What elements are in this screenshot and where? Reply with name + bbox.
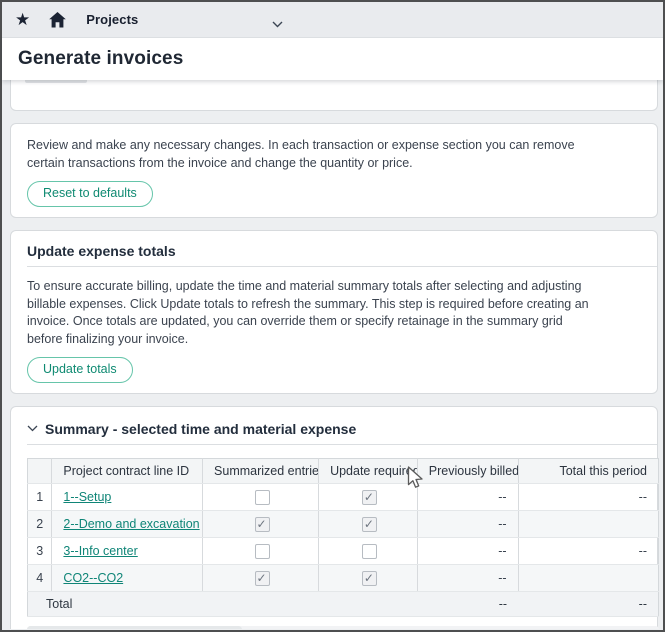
previously-billed-value: -- (417, 511, 518, 538)
previously-billed-value: -- (417, 538, 518, 565)
clipped-panel-remnant (25, 80, 87, 83)
table-row: 1 1--Setup ---- (28, 484, 659, 511)
update-totals-button[interactable]: Update totals (27, 357, 133, 383)
total-previously-billed-value: -- (417, 592, 518, 617)
section-divider (27, 444, 657, 445)
table-total-row: Total ---- (28, 592, 659, 617)
total-this-period-value (518, 565, 658, 592)
update-expense-totals-title: Update expense totals (27, 241, 641, 259)
summary-panel: Summary - selected time and material exp… (10, 406, 658, 629)
update-required-cell (319, 565, 418, 592)
update-required-cell (319, 538, 418, 565)
summarized-entries-checkbox[interactable] (255, 490, 270, 505)
summary-section-title[interactable]: Summary - selected time and material exp… (45, 419, 356, 437)
column-header: Project contract line ID (52, 459, 203, 484)
previously-billed-value: -- (417, 484, 518, 511)
project-contract-line-link[interactable]: 2--Demo and excavation (63, 517, 199, 531)
column-header: Summarized entries (203, 459, 319, 484)
project-contract-line-cell: 3--Info center (52, 538, 203, 565)
nav-projects-label[interactable]: Projects (86, 12, 138, 27)
row-number: 4 (28, 565, 52, 592)
page-title: Generate invoices (18, 48, 183, 70)
table-row: 3 3--Info center ---- (28, 538, 659, 565)
section-divider (27, 266, 657, 267)
summarized-entries-checkbox[interactable] (255, 571, 270, 586)
table-row: 2 2--Demo and excavation -- (28, 511, 659, 538)
project-contract-line-link[interactable]: 1--Setup (63, 490, 111, 504)
top-navigation-bar: ★ Projects (2, 2, 663, 38)
project-contract-line-link[interactable]: CO2--CO2 (63, 571, 123, 585)
review-description: Review and make any necessary changes. I… (27, 137, 641, 172)
summary-table: Project contract line IDSummarized entri… (27, 458, 659, 617)
total-this-period-value: -- (518, 538, 658, 565)
update-required-checkbox[interactable] (362, 544, 377, 559)
project-contract-line-cell: 2--Demo and excavation (52, 511, 203, 538)
summarized-entries-cell (203, 538, 319, 565)
column-header: Update required (319, 459, 418, 484)
project-contract-line-cell: CO2--CO2 (52, 565, 203, 592)
summarized-entries-checkbox[interactable] (255, 517, 270, 532)
table-row: 4 CO2--CO2 -- (28, 565, 659, 592)
update-required-cell (319, 484, 418, 511)
review-changes-panel: Review and make any necessary changes. I… (10, 123, 658, 218)
page-header: Generate invoices (2, 38, 663, 80)
summarized-entries-cell (203, 565, 319, 592)
row-number: 2 (28, 511, 52, 538)
update-required-checkbox[interactable] (362, 571, 377, 586)
update-required-checkbox[interactable] (362, 490, 377, 505)
clipped-panel (10, 80, 658, 111)
chevron-down-icon[interactable] (27, 425, 38, 432)
total-label: Total (28, 592, 203, 617)
total-this-period-value (518, 511, 658, 538)
column-header: Previously billed (417, 459, 518, 484)
total-summarized-cell (203, 592, 319, 617)
project-contract-line-link[interactable]: 3--Info center (63, 544, 137, 558)
horizontal-scrollbar[interactable] (27, 626, 659, 629)
content-area: Review and make any necessary changes. I… (2, 80, 663, 629)
project-contract-line-cell: 1--Setup (52, 484, 203, 511)
summarized-entries-checkbox[interactable] (255, 544, 270, 559)
total-this-period-value: -- (518, 484, 658, 511)
row-number: 3 (28, 538, 52, 565)
chevron-down-icon[interactable] (272, 15, 283, 33)
favorites-star-icon[interactable]: ★ (15, 11, 30, 28)
update-expense-totals-panel: Update expense totals To ensure accurate… (10, 230, 658, 394)
row-number: 1 (28, 484, 52, 511)
summarized-entries-cell (203, 511, 319, 538)
previously-billed-value: -- (417, 565, 518, 592)
table-header-row: Project contract line IDSummarized entri… (28, 459, 659, 484)
total-this-period-total-value: -- (518, 592, 658, 617)
scrollbar-thumb[interactable] (27, 626, 242, 629)
summarized-entries-cell (203, 484, 319, 511)
update-required-checkbox[interactable] (362, 517, 377, 532)
summary-table-body: 11--Setup----22--Demo and excavation--33… (28, 484, 659, 617)
home-icon[interactable] (48, 11, 67, 29)
column-header: Total this period (518, 459, 658, 484)
update-description: To ensure accurate billing, update the t… (27, 278, 641, 348)
reset-to-defaults-button[interactable]: Reset to defaults (27, 181, 153, 207)
total-update-cell (319, 592, 418, 617)
update-required-cell (319, 511, 418, 538)
column-header (28, 459, 52, 484)
